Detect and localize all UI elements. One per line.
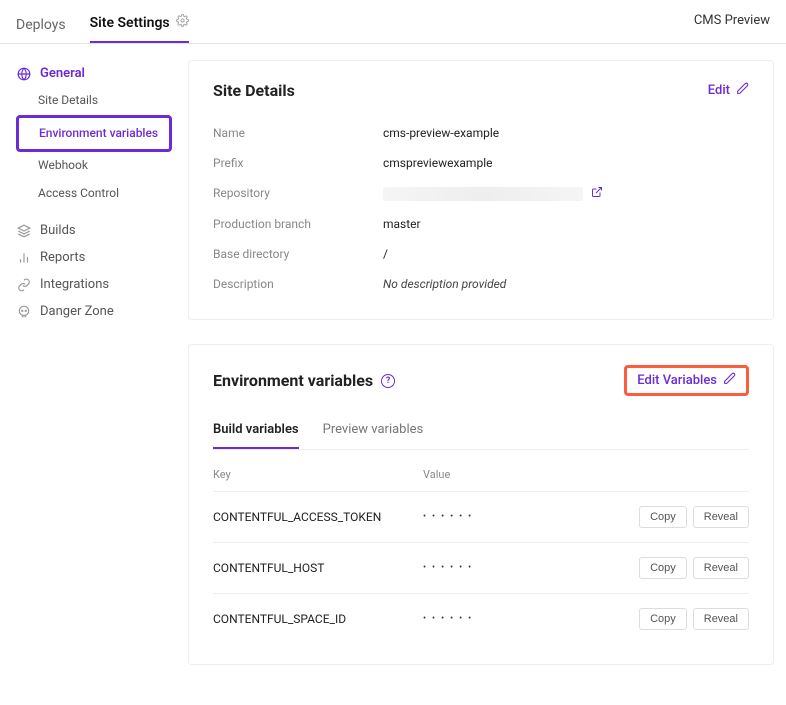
site-details-title: Site Details (213, 81, 295, 100)
detail-label: Name (213, 126, 383, 140)
sidebar-danger-zone[interactable]: Danger Zone (12, 298, 172, 325)
repository-redacted (383, 187, 583, 201)
detail-value: cmspreviewexample (383, 156, 492, 170)
sidebar: General Site Details Environment variabl… (12, 60, 172, 689)
sidebar-builds[interactable]: Builds (12, 217, 172, 244)
env-var-row: CONTENTFUL_HOST •••••• Copy Reveal (213, 542, 749, 593)
sidebar-builds-label: Builds (40, 223, 76, 238)
col-key-header: Key (213, 468, 423, 481)
sidebar-item-site-details[interactable]: Site Details (12, 87, 172, 115)
skull-icon (16, 305, 32, 319)
sidebar-integrations[interactable]: Integrations (12, 271, 172, 298)
gear-icon (176, 14, 189, 31)
help-icon[interactable]: ? (381, 374, 395, 388)
detail-label: Repository (213, 186, 383, 201)
edit-variables-label: Edit Variables (637, 373, 717, 388)
detail-row-basedir: Base directory / (213, 239, 749, 269)
env-var-masked-value: •••••• (423, 563, 639, 573)
tab-build-variables[interactable]: Build variables (213, 414, 299, 449)
reveal-button[interactable]: Reveal (693, 608, 749, 630)
copy-button[interactable]: Copy (639, 506, 687, 528)
copy-button[interactable]: Copy (639, 557, 687, 579)
pencil-icon (736, 82, 749, 99)
detail-row-repository: Repository (213, 178, 749, 209)
detail-label: Base directory (213, 247, 383, 261)
detail-row-description: Description No description provided (213, 269, 749, 299)
sidebar-reports-label: Reports (40, 250, 85, 265)
sidebar-item-access-control[interactable]: Access Control (12, 180, 172, 208)
edit-label: Edit (708, 83, 730, 98)
chart-icon (16, 251, 32, 265)
detail-row-name: Name cms-preview-example (213, 118, 749, 148)
edit-variables-highlight: Edit Variables (624, 365, 749, 396)
env-var-tabs: Build variables Preview variables (213, 414, 749, 450)
detail-value (383, 186, 603, 201)
env-var-masked-value: •••••• (423, 512, 639, 522)
edit-site-details-button[interactable]: Edit (708, 82, 749, 99)
col-value-header: Value (423, 468, 749, 481)
top-tabs: Deploys Site Settings CMS Preview (0, 0, 786, 44)
detail-value: cms-preview-example (383, 126, 499, 140)
sidebar-item-webhook[interactable]: Webhook (12, 152, 172, 180)
env-var-key: CONTENTFUL_SPACE_ID (213, 612, 423, 626)
env-var-key: CONTENTFUL_HOST (213, 561, 423, 575)
detail-value: / (383, 247, 388, 261)
edit-variables-button[interactable]: Edit Variables (637, 372, 736, 389)
sidebar-general[interactable]: General (12, 60, 172, 87)
env-vars-title: Environment variables (213, 371, 373, 390)
tab-site-settings[interactable]: Site Settings (90, 8, 189, 43)
tab-deploys[interactable]: Deploys (16, 11, 66, 43)
copy-button[interactable]: Copy (639, 608, 687, 630)
layers-icon (16, 224, 32, 238)
env-var-key: CONTENTFUL_ACCESS_TOKEN (213, 510, 423, 524)
detail-value: No description provided (383, 277, 506, 291)
env-var-row: CONTENTFUL_ACCESS_TOKEN •••••• Copy Reve… (213, 491, 749, 542)
sidebar-integrations-label: Integrations (40, 277, 109, 292)
cms-preview-label: CMS Preview (694, 13, 770, 38)
detail-label: Description (213, 277, 383, 291)
detail-label: Production branch (213, 217, 383, 231)
external-link-icon[interactable] (591, 186, 603, 201)
detail-label: Prefix (213, 156, 383, 170)
tab-site-settings-label: Site Settings (90, 15, 170, 31)
sidebar-item-env-vars[interactable]: Environment variables (16, 115, 172, 153)
env-var-table-header: Key Value (213, 458, 749, 491)
detail-row-prefix: Prefix cmspreviewexample (213, 148, 749, 178)
env-var-masked-value: •••••• (423, 614, 639, 624)
reveal-button[interactable]: Reveal (693, 506, 749, 528)
env-vars-card: Environment variables ? Edit Variables B… (188, 344, 774, 665)
sidebar-danger-label: Danger Zone (40, 304, 114, 319)
sidebar-general-label: General (40, 66, 85, 81)
site-details-card: Site Details Edit Name cms-preview-examp… (188, 60, 774, 320)
detail-row-branch: Production branch master (213, 209, 749, 239)
env-var-row: CONTENTFUL_SPACE_ID •••••• Copy Reveal (213, 593, 749, 644)
pencil-icon (723, 372, 736, 389)
globe-icon (16, 67, 32, 81)
detail-value: master (383, 217, 421, 231)
link-icon (16, 278, 32, 292)
sidebar-reports[interactable]: Reports (12, 244, 172, 271)
reveal-button[interactable]: Reveal (693, 557, 749, 579)
tab-preview-variables[interactable]: Preview variables (323, 414, 424, 449)
